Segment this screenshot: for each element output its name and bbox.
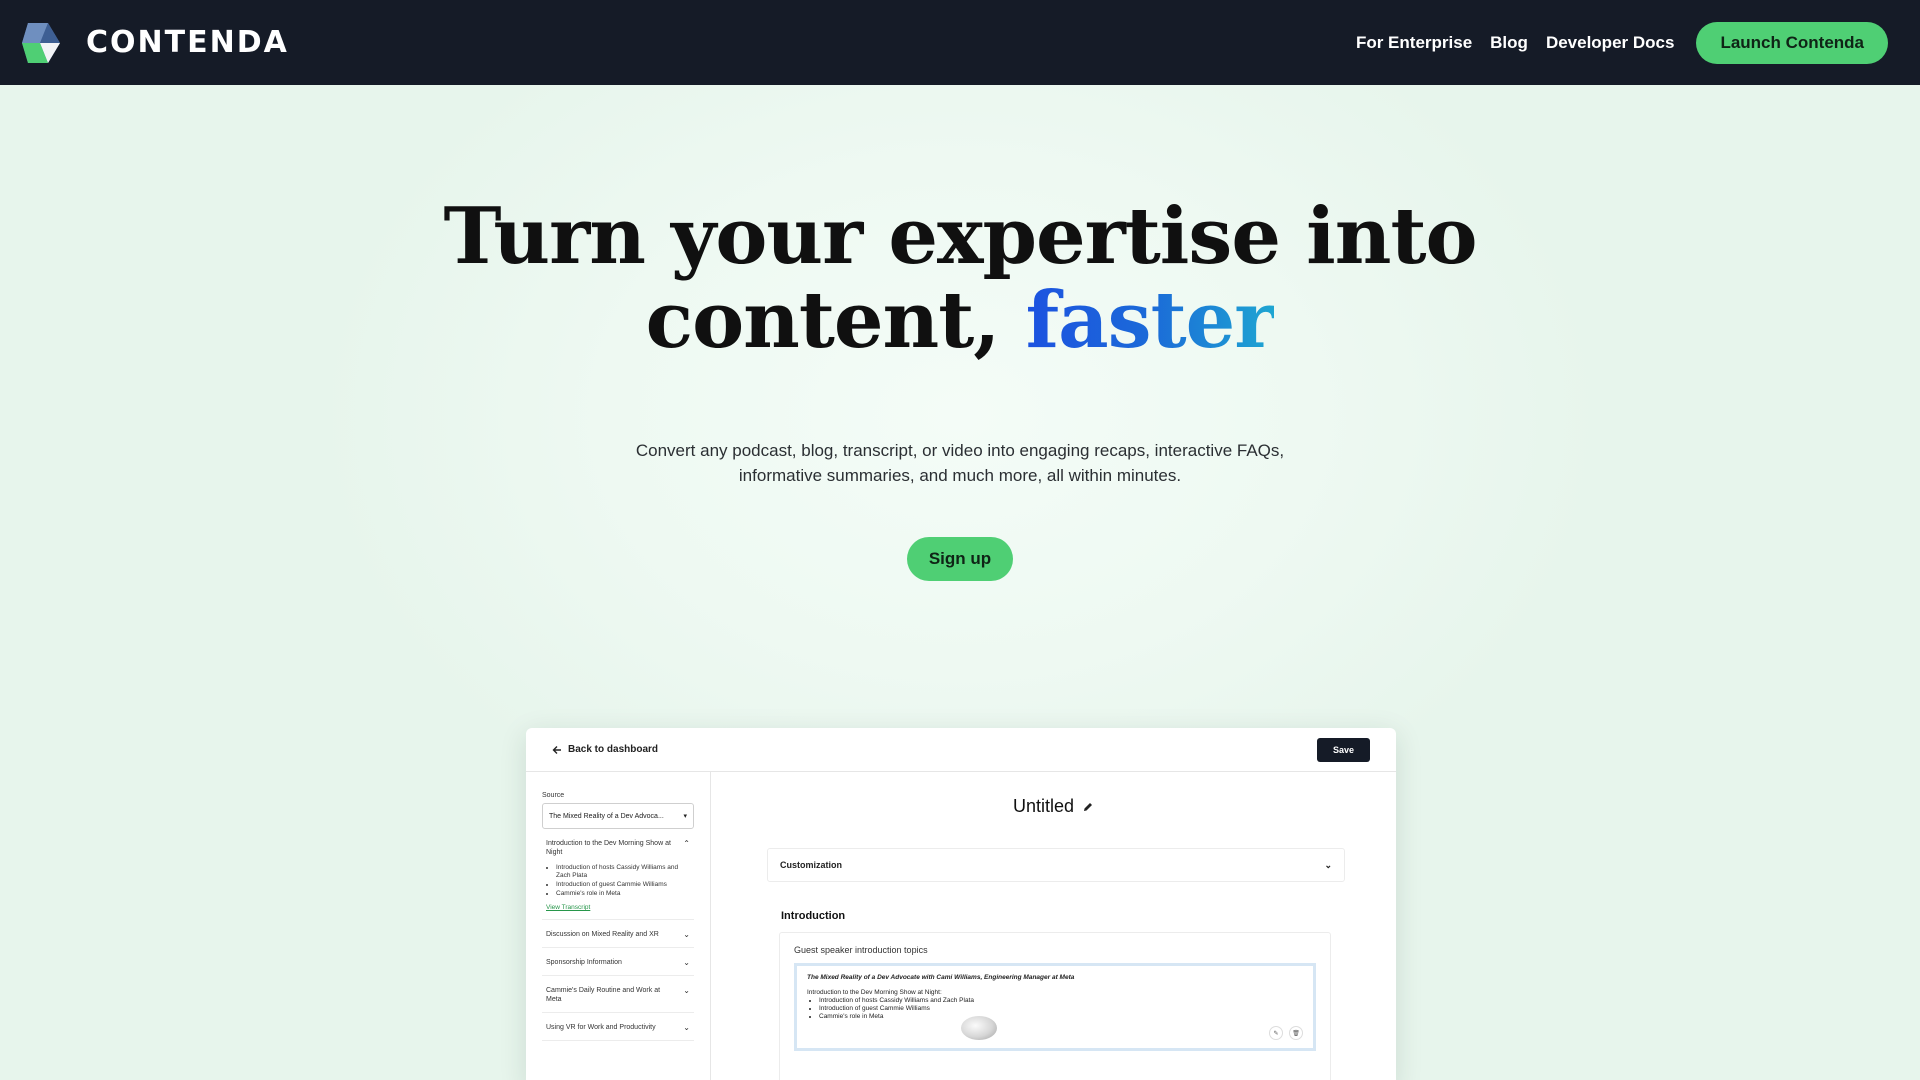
pencil-icon[interactable] <box>1082 801 1094 813</box>
customization-accordion[interactable]: Customization ⌄ <box>767 848 1345 882</box>
contenda-logo-icon <box>22 22 60 63</box>
sign-up-button[interactable]: Sign up <box>907 537 1013 581</box>
view-transcript-link[interactable]: View Transcript <box>546 904 690 911</box>
hero-title-line2-prefix: content, <box>645 275 1001 366</box>
outline-section-title: Sponsorship Information <box>546 959 622 966</box>
list-item: Cammie's role in Meta <box>819 1013 1303 1021</box>
hero-title: Turn your expertise into content, faster <box>0 195 1920 363</box>
source-select-value: The Mixed Reality of a Dev Advoca... <box>549 812 664 820</box>
chevron-up-icon[interactable]: ⌃ <box>677 839 690 848</box>
hero-subtitle: Convert any podcast, blog, transcript, o… <box>560 438 1360 488</box>
launch-contenda-button[interactable]: Launch Contenda <box>1696 21 1888 64</box>
outline-section-items: Introduction of hosts Cassidy Williams a… <box>556 864 690 898</box>
nav-link-developer-docs[interactable]: Developer Docs <box>1546 33 1675 53</box>
outline-section[interactable]: Introduction to the Dev Morning Show at … <box>542 829 694 920</box>
preview-sidebar: Source The Mixed Reality of a Dev Advoca… <box>526 772 711 1080</box>
outline-section[interactable]: Discussion on Mixed Reality and XR ⌄ <box>542 920 694 948</box>
hero-subtitle-line1: Convert any podcast, blog, transcript, o… <box>635 441 1285 460</box>
arrow-left-icon <box>552 745 561 754</box>
outline-section[interactable]: Cammie's Daily Routine and Work at Meta … <box>542 976 694 1013</box>
content-line: Introduction to the Dev Morning Show at … <box>807 989 942 996</box>
document-title[interactable]: Untitled <box>711 796 1396 817</box>
list-item: Introduction of guest Cammie Williams <box>556 881 690 889</box>
outline-section-title: Cammie's Daily Routine and Work at Meta <box>546 987 661 1003</box>
introduction-heading: Introduction <box>781 910 846 922</box>
chevron-down-icon[interactable]: ⌄ <box>677 930 690 939</box>
list-item: Introduction of hosts Cassidy Williams a… <box>556 864 690 880</box>
customization-label: Customization <box>780 860 842 870</box>
list-item: Introduction of hosts Cassidy Williams a… <box>819 997 1303 1005</box>
main-nav: For Enterprise Blog Developer Docs Launc… <box>1356 21 1902 64</box>
source-select[interactable]: The Mixed Reality of a Dev Advoca... ▾ <box>542 803 694 829</box>
generated-content-box[interactable]: The Mixed Reality of a Dev Advocate with… <box>794 963 1316 1051</box>
content-list: Introduction of hosts Cassidy Williams a… <box>819 997 1303 1021</box>
outline-section[interactable]: Sponsorship Information ⌄ <box>542 948 694 976</box>
delete-icon[interactable]: 🗑 <box>1289 1026 1303 1040</box>
chevron-down-icon[interactable]: ⌄ <box>677 958 690 967</box>
preview-toolbar: Back to dashboard Save <box>526 728 1396 772</box>
list-item: Cammie's role in Meta <box>556 890 690 898</box>
caret-down-icon: ▾ <box>683 813 687 820</box>
nav-link-blog[interactable]: Blog <box>1490 33 1528 53</box>
card-label: Guest speaker introduction topics <box>794 945 928 955</box>
list-item: Introduction of guest Cammie Williams <box>819 1005 1303 1013</box>
hero-title-accent: faster <box>1025 275 1276 366</box>
brand-name: CONTENDA <box>86 25 289 60</box>
nav-link-enterprise[interactable]: For Enterprise <box>1356 33 1472 53</box>
outline-section-title: Introduction to the Dev Morning Show at … <box>546 840 671 856</box>
app-preview: Back to dashboard Save Source The Mixed … <box>526 728 1396 1080</box>
introduction-card: Guest speaker introduction topics The Mi… <box>779 932 1331 1080</box>
outline-section-title: Discussion on Mixed Reality and XR <box>546 931 659 938</box>
document-title-text: Untitled <box>1012 796 1075 816</box>
source-label: Source <box>542 792 565 799</box>
content-tools: ✎ 🗑 <box>1269 1026 1303 1040</box>
chevron-down-icon[interactable]: ⌄ <box>1324 860 1332 871</box>
chevron-down-icon[interactable]: ⌄ <box>677 986 690 995</box>
hero-subtitle-line2: informative summaries, and much more, al… <box>738 466 1182 485</box>
chevron-down-icon[interactable]: ⌄ <box>677 1023 690 1032</box>
brand[interactable]: CONTENDA <box>18 20 289 66</box>
back-to-dashboard-link[interactable]: Back to dashboard <box>552 744 658 755</box>
hero-title-line1: Turn your expertise into <box>443 191 1478 282</box>
save-button[interactable]: Save <box>1316 737 1370 762</box>
cursor-highlight <box>961 1016 997 1040</box>
top-nav-bar: CONTENDA For Enterprise Blog Developer D… <box>0 0 1920 85</box>
preview-editor: Untitled Customization ⌄ Introduction Gu… <box>711 772 1396 1080</box>
outline-section-title: Using VR for Work and Productivity <box>546 1024 656 1031</box>
content-title: The Mixed Reality of a Dev Advocate with… <box>807 974 1075 981</box>
edit-icon[interactable]: ✎ <box>1269 1026 1283 1040</box>
back-to-dashboard-label: Back to dashboard <box>568 744 659 755</box>
outline-section[interactable]: Using VR for Work and Productivity ⌄ <box>542 1013 694 1041</box>
